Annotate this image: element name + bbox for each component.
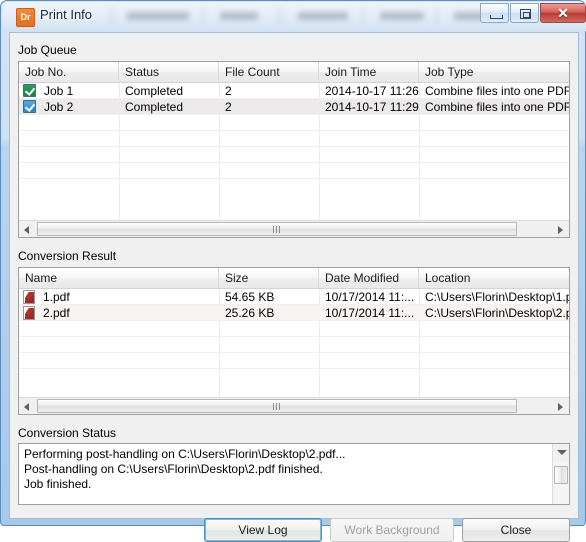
cell-name: 2.pdf [43, 306, 70, 320]
cell-location: C:\Users\Florin\Desktop\2.pd [425, 306, 570, 320]
table-row[interactable]: Job 1 Completed 2 2014-10-17 11:26 Combi… [19, 83, 569, 99]
cell-file-count: 2 [225, 100, 232, 114]
column-header-size[interactable]: Size [219, 268, 319, 288]
cell-name: 1.pdf [43, 290, 70, 304]
dialog-client-area: Job Queue Job No. Status File Count Join… [9, 32, 579, 542]
cell-location: C:\Users\Florin\Desktop\1.pd [425, 290, 570, 304]
conversion-status-label: Conversion Status [18, 426, 117, 440]
cell-job-no: Job 1 [44, 84, 74, 98]
table-row-empty[interactable] [19, 115, 569, 131]
cell-status: Completed [125, 84, 184, 98]
cell-size: 25.26 KB [225, 306, 275, 320]
conversion-result-body: 1.pdf 54.65 KB 10/17/2014 11:... C:\User… [19, 289, 569, 414]
conversion-result-label: Conversion Result [18, 249, 117, 263]
row-checkbox[interactable] [23, 84, 36, 97]
app-icon: Dr [16, 8, 35, 27]
close-button[interactable]: Close [462, 518, 570, 542]
minimize-button[interactable] [480, 3, 509, 23]
maximize-restore-button[interactable] [510, 3, 539, 23]
table-row[interactable]: 2.pdf 25.26 KB 10/17/2014 11:... C:\User… [19, 305, 569, 321]
column-header-name[interactable]: Name [19, 268, 219, 288]
pdf-icon [23, 306, 35, 320]
scroll-left-arrow-icon[interactable] [19, 221, 36, 237]
table-row-empty[interactable] [19, 131, 569, 147]
cell-join-time: 2014-10-17 11:29 [325, 100, 419, 114]
close-icon: ✕ [557, 5, 569, 21]
hscroll-thumb[interactable] [37, 399, 517, 413]
conversion-result-hscrollbar[interactable] [19, 397, 569, 414]
conversion-status-box[interactable]: Performing post-handling on C:\Users\Flo… [18, 443, 570, 505]
status-line: Post-handling on C:\Users\Florin\Desktop… [24, 462, 323, 476]
column-header-job-type[interactable]: Job Type [419, 62, 569, 82]
minimize-icon [490, 15, 503, 19]
cell-join-time: 2014-10-17 11:26 [325, 84, 419, 98]
job-queue-body: Job 1 Completed 2 2014-10-17 11:26 Combi… [19, 83, 569, 237]
table-row-empty[interactable] [19, 321, 569, 337]
close-window-button[interactable]: ✕ [540, 3, 586, 23]
cell-date-modified: 10/17/2014 11:... [325, 306, 415, 320]
table-row-empty[interactable] [19, 147, 569, 163]
table-row[interactable]: 1.pdf 54.65 KB 10/17/2014 11:... C:\User… [19, 289, 569, 305]
column-header-date-modified[interactable]: Date Modified [319, 268, 419, 288]
cell-file-count: 2 [225, 84, 232, 98]
status-line: Performing post-handling on C:\Users\Flo… [24, 447, 346, 461]
scroll-right-arrow-icon[interactable] [552, 221, 569, 237]
pdf-icon [23, 290, 35, 304]
restore-icon [520, 9, 531, 19]
row-checkbox[interactable] [23, 100, 36, 113]
status-line: Job finished. [24, 477, 92, 491]
view-log-button[interactable]: View Log [204, 518, 322, 542]
cell-date-modified: 10/17/2014 11:... [325, 290, 415, 304]
scroll-right-arrow-icon[interactable] [552, 398, 569, 414]
scroll-down-arrow-icon[interactable] [553, 444, 569, 461]
scroll-left-arrow-icon[interactable] [19, 398, 36, 414]
job-queue-header: Job No. Status File Count Join Time Job … [19, 62, 569, 83]
column-header-file-count[interactable]: File Count [219, 62, 319, 82]
job-queue-hscrollbar[interactable] [19, 220, 569, 237]
job-queue-list[interactable]: Job No. Status File Count Join Time Job … [18, 61, 570, 238]
table-row-empty[interactable] [19, 337, 569, 353]
print-info-window: Dr Print Info ✕ Job Queue Job No. Status… [0, 0, 586, 542]
hscroll-thumb[interactable] [37, 222, 517, 236]
job-queue-label: Job Queue [18, 43, 77, 57]
cell-size: 54.65 KB [225, 290, 275, 304]
column-header-location[interactable]: Location [419, 268, 569, 288]
vscroll-thumb[interactable] [554, 466, 568, 484]
cell-status: Completed [125, 100, 184, 114]
cell-job-no: Job 2 [44, 100, 74, 114]
status-vscrollbar[interactable] [552, 444, 569, 504]
column-header-job-no[interactable]: Job No. [19, 62, 119, 82]
cell-job-type: Combine files into one PDF do [425, 100, 570, 114]
conversion-result-list[interactable]: Name Size Date Modified Location 1.pdf 5… [18, 267, 570, 415]
table-row-empty[interactable] [19, 353, 569, 369]
table-row-empty[interactable] [19, 163, 569, 179]
title-bar: Dr Print Info ✕ [2, 2, 586, 31]
conversion-result-header: Name Size Date Modified Location [19, 268, 569, 289]
table-row[interactable]: Job 2 Completed 2 2014-10-17 11:29 Combi… [19, 99, 569, 115]
column-header-status[interactable]: Status [119, 62, 219, 82]
column-header-join-time[interactable]: Join Time [319, 62, 419, 82]
cell-job-type: Combine files into one PDF do [425, 84, 570, 98]
work-background-button: Work Background [330, 518, 454, 542]
window-title: Print Info [40, 7, 93, 22]
